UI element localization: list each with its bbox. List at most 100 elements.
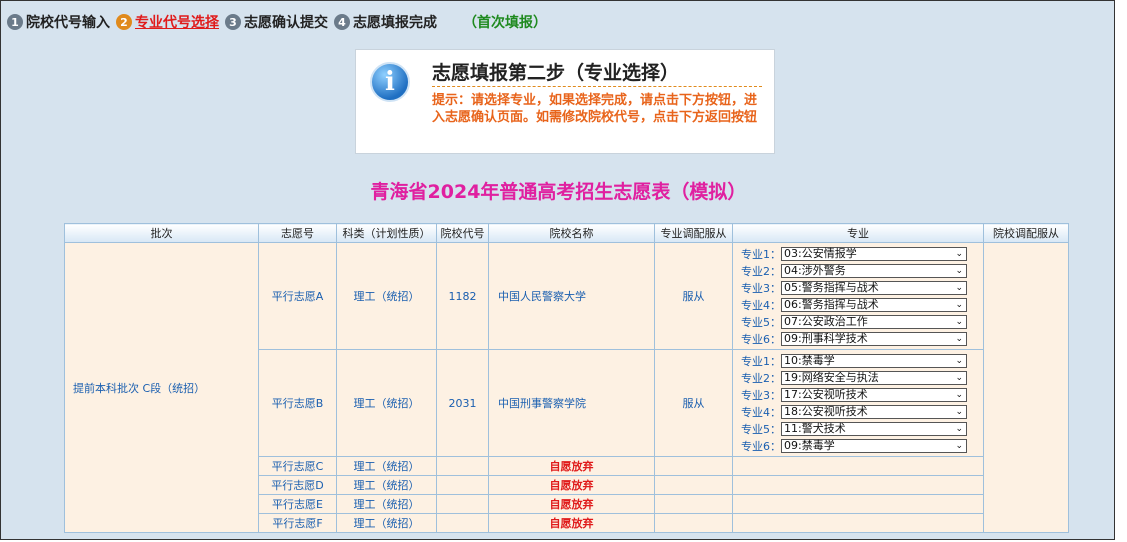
school-name: 中国刑事警察学院 bbox=[488, 349, 655, 457]
info-icon: i bbox=[370, 62, 410, 102]
major-select-value: 06:警务指挥与战术 bbox=[784, 297, 879, 311]
major-select-value: 10:禁毒学 bbox=[784, 353, 835, 367]
school-code: 2031 bbox=[436, 349, 489, 457]
table-body: 提前本科批次 C段（统招） 平行志愿A 理工（统招） 1182 中国人民警察大学 服从 专业… bbox=[64, 242, 1069, 533]
notice-box: i 志愿填报第二步（专业选择） 提示：请选择专业，如果选择完成，请点击下方按钮，… bbox=[355, 49, 775, 154]
step-label[interactable]: 专业代号选择 bbox=[135, 12, 219, 32]
volunteer-table: 批次 志愿号 科类（计划性质） 院校代号 院校名称 专业调配服从 专业 院校调配服从 提前本科… bbox=[64, 223, 1069, 533]
column-header: 专业 bbox=[732, 223, 984, 243]
column-header: 院校代号 bbox=[436, 223, 489, 243]
major-adjust-cell bbox=[654, 513, 733, 533]
major-row: 专业5： 07:公安政治工作 ⌄ bbox=[741, 313, 983, 330]
column-header: 科类（计划性质） bbox=[336, 223, 437, 243]
subject-type: 理工（统招） bbox=[336, 494, 437, 514]
major-select[interactable]: 03:公安情报学 ⌄ bbox=[781, 246, 967, 261]
major-label: 专业5： bbox=[741, 422, 781, 436]
major-label: 专业2： bbox=[741, 264, 781, 278]
major-select[interactable]: 06:警务指挥与战术 ⌄ bbox=[781, 297, 967, 312]
school-code-cell bbox=[436, 494, 489, 514]
major-row: 专业5： 11:警犬技术 ⌄ bbox=[741, 420, 983, 437]
step-2[interactable]: 2 专业代号选择 bbox=[116, 12, 219, 32]
column-header: 志愿号 bbox=[258, 223, 337, 243]
major-adjust-cell bbox=[654, 494, 733, 514]
major-select[interactable]: 18:公安视听技术 ⌄ bbox=[781, 404, 967, 419]
subject-type: 理工（统招） bbox=[336, 456, 437, 476]
step-number-icon: 2 bbox=[116, 14, 132, 30]
major-label: 专业3： bbox=[741, 388, 781, 402]
chevron-down-icon: ⌄ bbox=[955, 423, 963, 434]
chevron-down-icon: ⌄ bbox=[955, 406, 963, 417]
major-row: 专业4： 06:警务指挥与战术 ⌄ bbox=[741, 296, 983, 313]
subject-type: 理工（统招） bbox=[336, 242, 437, 350]
major-label: 专业2： bbox=[741, 371, 781, 385]
major-select[interactable]: 04:涉外警务 ⌄ bbox=[781, 263, 967, 278]
major-select[interactable]: 11:警犬技术 ⌄ bbox=[781, 421, 967, 436]
major-label: 专业1： bbox=[741, 354, 781, 368]
major-label: 专业4： bbox=[741, 405, 781, 419]
major-select-value: 17:公安视听技术 bbox=[784, 387, 868, 401]
major-select[interactable]: 09:刑事科学技术 ⌄ bbox=[781, 331, 967, 346]
waived-status: 自愿放弃 bbox=[488, 513, 655, 533]
first-fill-label: （首次填报） bbox=[463, 15, 547, 31]
major-select-value: 03:公安情报学 bbox=[784, 246, 857, 260]
major-adjust-cell bbox=[654, 475, 733, 495]
table-header-row: 批次 志愿号 科类（计划性质） 院校代号 院校名称 专业调配服从 专业 院校调配服从 bbox=[64, 223, 1069, 243]
waived-status: 自愿放弃 bbox=[488, 494, 655, 514]
major-select-value: 18:公安视听技术 bbox=[784, 404, 868, 418]
major-select[interactable]: 05:警务指挥与战术 ⌄ bbox=[781, 280, 967, 295]
chevron-down-icon: ⌄ bbox=[955, 372, 963, 383]
chevron-down-icon: ⌄ bbox=[955, 440, 963, 451]
major-select-value: 05:警务指挥与战术 bbox=[784, 280, 879, 294]
notice-title: 志愿填报第二步（专业选择） bbox=[432, 62, 680, 84]
major-select[interactable]: 19:网络安全与执法 ⌄ bbox=[781, 370, 967, 385]
majors-cell bbox=[732, 513, 984, 533]
major-select[interactable]: 10:禁毒学 ⌄ bbox=[781, 353, 967, 368]
school-code-cell bbox=[436, 456, 489, 476]
school-code-cell bbox=[436, 513, 489, 533]
step-progress: 1 院校代号输入 2 专业代号选择 3 志愿确认提交 4 志愿填报完成 （首次填报） bbox=[7, 11, 547, 33]
school-code-cell bbox=[436, 475, 489, 495]
major-select-value: 19:网络安全与执法 bbox=[784, 370, 879, 384]
major-row: 专业2： 04:涉外警务 ⌄ bbox=[741, 262, 983, 279]
school-code: 1182 bbox=[436, 242, 489, 350]
volunteer-number: 平行志愿E bbox=[258, 494, 337, 514]
majors-cell: 专业1： 10:禁毒学 ⌄ 专业2： 19:网络安全与执法 ⌄ 专业3： 17:公安视听技术 ⌄… bbox=[732, 349, 984, 457]
subject-type: 理工（统招） bbox=[336, 349, 437, 457]
volunteer-number: 平行志愿D bbox=[258, 475, 337, 495]
chevron-down-icon: ⌄ bbox=[955, 265, 963, 276]
major-select[interactable]: 09:禁毒学 ⌄ bbox=[781, 438, 967, 453]
major-adjust-cell bbox=[654, 456, 733, 476]
major-select-value: 09:刑事科学技术 bbox=[784, 331, 868, 345]
major-label: 专业3： bbox=[741, 281, 781, 295]
volunteer-number: 平行志愿F bbox=[258, 513, 337, 533]
major-select[interactable]: 07:公安政治工作 ⌄ bbox=[781, 314, 967, 329]
step-number-icon: 1 bbox=[7, 14, 23, 30]
majors-cell bbox=[732, 475, 984, 495]
batch-cell: 提前本科批次 C段（统招） bbox=[64, 242, 259, 533]
chevron-down-icon: ⌄ bbox=[955, 333, 963, 344]
column-header: 院校名称 bbox=[488, 223, 655, 243]
major-row: 专业1： 03:公安情报学 ⌄ bbox=[741, 245, 983, 262]
step-label: 志愿确认提交 bbox=[244, 15, 328, 31]
majors-cell bbox=[732, 494, 984, 514]
column-header: 院校调配服从 bbox=[983, 223, 1069, 243]
chevron-down-icon: ⌄ bbox=[955, 316, 963, 327]
volunteer-number: 平行志愿A bbox=[258, 242, 337, 350]
chevron-down-icon: ⌄ bbox=[955, 299, 963, 310]
waived-status: 自愿放弃 bbox=[488, 475, 655, 495]
step-label: 院校代号输入 bbox=[26, 15, 110, 31]
school-name: 中国人民警察大学 bbox=[488, 242, 655, 350]
app-frame: 1 院校代号输入 2 专业代号选择 3 志愿确认提交 4 志愿填报完成 （首次填报） i 志愿填… bbox=[0, 0, 1115, 540]
chevron-down-icon: ⌄ bbox=[955, 248, 963, 259]
subject-type: 理工（统招） bbox=[336, 513, 437, 533]
major-select[interactable]: 17:公安视听技术 ⌄ bbox=[781, 387, 967, 402]
column-header: 专业调配服从 bbox=[654, 223, 733, 243]
major-label: 专业4： bbox=[741, 298, 781, 312]
major-label: 专业6： bbox=[741, 439, 781, 453]
chevron-down-icon: ⌄ bbox=[955, 282, 963, 293]
notice-divider bbox=[432, 86, 762, 87]
major-select-value: 04:涉外警务 bbox=[784, 263, 846, 277]
majors-cell: 专业1： 03:公安情报学 ⌄ 专业2： 04:涉外警务 ⌄ 专业3： 05:警务指挥与战术 ⌄… bbox=[732, 242, 984, 350]
major-label: 专业6： bbox=[741, 332, 781, 346]
major-label: 专业5： bbox=[741, 315, 781, 329]
